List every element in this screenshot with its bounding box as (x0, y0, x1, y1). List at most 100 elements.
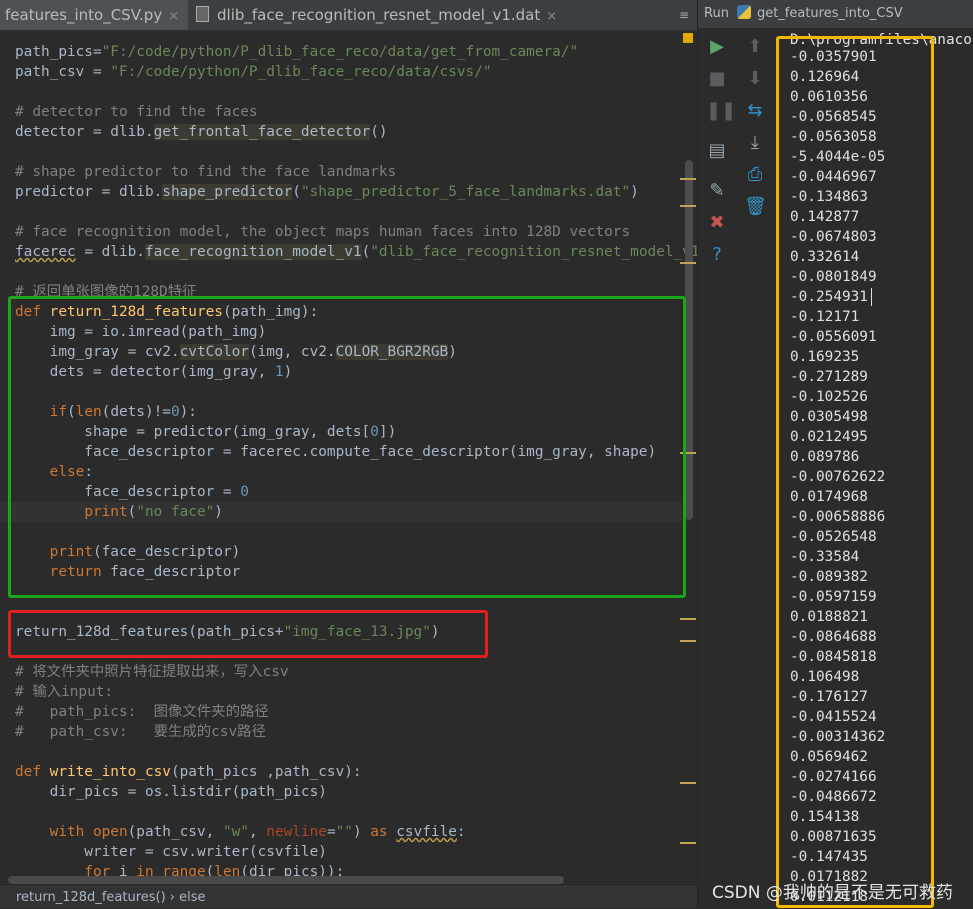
code-line[interactable]: # 输入input: (15, 682, 113, 702)
code-line[interactable]: def return_128d_features(path_img): (15, 302, 318, 322)
code-line[interactable]: face_descriptor = facerec.compute_face_d… (15, 442, 656, 462)
python-icon (736, 5, 751, 19)
arrow-down-icon[interactable]: ⬇ (744, 68, 766, 90)
close-icon[interactable]: × (546, 9, 557, 24)
breadcrumb[interactable]: return_128d_features() › else (0, 886, 697, 908)
console-output-line: -0.0486672 (790, 789, 877, 805)
code-line[interactable]: img = io.imread(path_img) (15, 322, 267, 342)
code-token: (dets)!= (101, 404, 171, 420)
pause-icon[interactable]: ❚❚ (706, 100, 736, 122)
code-line[interactable]: shape = predictor(img_gray, dets[0]) (15, 422, 396, 442)
tab-features-into-csv[interactable]: features_into_CSV.py × (0, 0, 188, 30)
watermark: CSDN @我帅的是不是无可救药 (712, 883, 953, 903)
console-output-line: 0.332614 (790, 249, 860, 265)
scroll-marker[interactable] (680, 262, 696, 264)
code-line[interactable]: # 返回单张图像的128D特征 (15, 282, 197, 302)
code-line[interactable]: with open(path_csv, "w", newline="") as … (15, 822, 466, 842)
code-line[interactable]: print(face_descriptor) (15, 542, 241, 562)
code-line[interactable]: def write_into_csv(path_pics ,path_csv): (15, 762, 362, 782)
code-token: csvfile (396, 824, 457, 840)
code-token: shape = predictor(img_gray, dets[ (15, 424, 371, 440)
editor-panel: features_into_CSV.py × dlib_face_recognit… (0, 0, 697, 908)
run-tab-label[interactable]: Run (704, 6, 729, 21)
code-token: "F:/code/python/P_dlib_face_reco/data/ge… (101, 44, 579, 60)
code-token: ( (66, 404, 76, 420)
print-icon[interactable]: ⎙ (744, 164, 766, 186)
tab-list-menu-icon[interactable]: ≡ (671, 0, 697, 30)
dump-threads-icon[interactable]: ▤ (706, 140, 728, 162)
code-token: COLOR_BGR2RGB (335, 344, 449, 360)
scroll-marker[interactable] (680, 452, 696, 454)
tab-label: features_into_CSV.py (5, 6, 163, 24)
code-token: return (49, 564, 102, 580)
code-token: writer = csv.writer(csvfile) (15, 844, 327, 860)
tab-dlib-model[interactable]: dlib_face_recognition_resnet_model_v1.da… (190, 0, 566, 30)
horizontal-scrollbar[interactable] (8, 876, 564, 884)
code-line[interactable]: detector = dlib.get_frontal_face_detecto… (15, 122, 388, 142)
rerun-icon[interactable]: ▶ (706, 36, 728, 58)
console-output-line: 0.142877 (790, 209, 860, 225)
code-line[interactable]: # path_csv: 要生成的csv路径 (15, 722, 266, 742)
code-line[interactable]: writer = csv.writer(csvfile) (15, 842, 327, 862)
code-token: : (456, 824, 466, 840)
file-icon (196, 6, 209, 22)
code-token: "" (335, 824, 353, 840)
scroll-marker[interactable] (680, 205, 696, 207)
console-output-line: -0.0674803 (790, 229, 877, 245)
code-line[interactable]: # 将文件夹中照片特征提取出来，写入csv (15, 662, 289, 682)
code-line[interactable]: # shape predictor to find the face landm… (15, 162, 396, 182)
warning-indicator-icon[interactable] (683, 33, 693, 43)
code-line[interactable]: if(len(dets)!=0): (15, 402, 197, 422)
code-line[interactable]: dir_pics = os.listdir(path_pics) (15, 782, 327, 802)
close-icon[interactable]: × (168, 9, 179, 24)
run-panel-header: Run get_features_into_CSV (698, 0, 973, 28)
code-line[interactable]: # path_pics: 图像文件夹的路径 (15, 702, 269, 722)
arrow-up-icon[interactable]: ⬆ (744, 36, 766, 58)
code-line[interactable]: # face recognition model, the object map… (15, 222, 630, 242)
code-line[interactable]: path_pics="F:/code/python/P_dlib_face_re… (15, 42, 578, 62)
help-icon[interactable]: ? (706, 244, 728, 266)
console-output-line: -0.0801849 (790, 269, 877, 285)
code-area[interactable]: path_pics="F:/code/python/P_dlib_face_re… (0, 30, 697, 880)
scroll-marker[interactable] (680, 782, 696, 784)
code-line[interactable]: face_descriptor = 0 (15, 482, 249, 502)
run-config-name[interactable]: get_features_into_CSV (757, 6, 903, 21)
code-line[interactable]: return_128d_features(path_pics+"img_face… (15, 622, 440, 642)
pin-tab-icon[interactable]: ✎ (706, 180, 728, 202)
code-token: print (84, 504, 128, 520)
code-token: 0 (370, 424, 379, 440)
soft-wrap-icon[interactable]: ⇆ (744, 100, 766, 122)
code-line[interactable]: facerec = dlib.face_recognition_model_v1… (15, 242, 697, 262)
code-line[interactable]: else: (15, 462, 93, 482)
code-line[interactable]: path_csv = "F:/code/python/P_dlib_face_r… (15, 62, 492, 82)
code-token: ( (127, 504, 137, 520)
scroll-marker[interactable] (680, 618, 696, 620)
vertical-scrollbar-thumb[interactable] (685, 160, 693, 520)
code-line[interactable]: img_gray = cv2.cvtColor(img, cv2.COLOR_B… (15, 342, 457, 362)
console-output-line: -0.089382 (790, 569, 868, 585)
code-token: 0 (240, 484, 249, 500)
clear-all-icon[interactable]: 🗑 (744, 196, 767, 218)
scroll-to-end-icon[interactable]: ⤓ (744, 132, 766, 154)
scroll-marker[interactable] (680, 640, 696, 642)
code-token: get_frontal_face_detector (153, 124, 371, 140)
code-line[interactable]: # detector to find the faces (15, 102, 258, 122)
code-token: 1 (274, 364, 284, 380)
console-output-line: -0.102526 (790, 389, 868, 405)
code-line[interactable]: print("no face") (15, 502, 223, 522)
code-token: (img, cv2. (248, 344, 336, 360)
code-token: len (75, 404, 102, 420)
code-token: face_descriptor = (15, 484, 241, 500)
code-line[interactable]: dets = detector(img_gray, 1) (15, 362, 293, 382)
close-run-icon[interactable]: ✖ (706, 212, 728, 234)
code-token: "F:/code/python/P_dlib_face_reco/data/cs… (110, 64, 492, 80)
scroll-marker[interactable] (680, 842, 696, 844)
code-line[interactable]: return face_descriptor (15, 562, 241, 582)
code-line[interactable]: predictor = dlib.shape_predictor("shape_… (15, 182, 639, 202)
stop-icon[interactable]: ■ (706, 68, 728, 90)
scroll-marker[interactable] (680, 178, 696, 180)
code-token: face_descriptor (101, 564, 241, 580)
code-token: open (92, 824, 128, 840)
